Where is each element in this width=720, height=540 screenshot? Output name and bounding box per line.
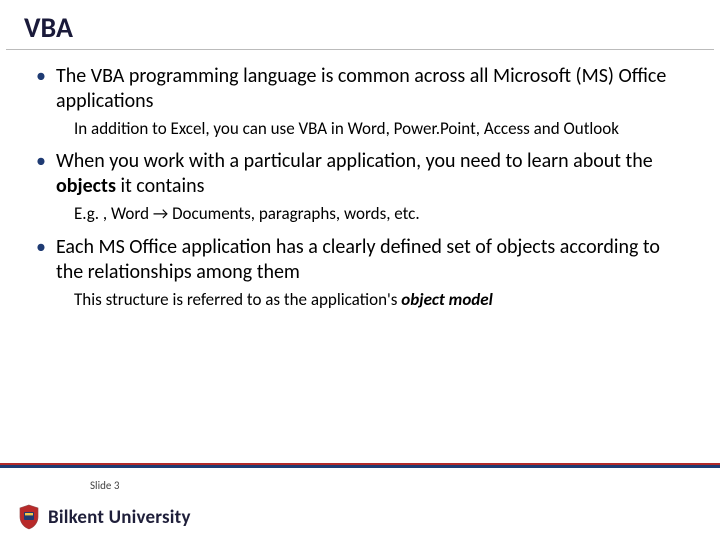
bullet-item: The VBA programming language is common a…: [34, 64, 686, 145]
arrow-icon: →: [153, 203, 168, 224]
footer-divider: [0, 463, 720, 468]
text-run: E.g. , Word: [74, 203, 153, 224]
bullet-text: When you work with a particular applicat…: [56, 149, 686, 199]
bold-italic-run: object model: [401, 289, 493, 310]
slide-number: Slide 3: [90, 479, 119, 492]
university-name: Bilkent University: [48, 506, 191, 529]
bullet-list: The VBA programming language is common a…: [34, 64, 686, 316]
bullet-text: Each MS Office application has a clearly…: [56, 235, 686, 285]
footer-logo: Bilkent University: [18, 504, 191, 530]
slide: VBA The VBA programming language is comm…: [0, 0, 720, 540]
text-run: Documents, paragraphs, words, etc.: [168, 203, 419, 224]
text-run: it contains: [116, 174, 204, 198]
bullet-text: The VBA programming language is common a…: [56, 64, 686, 114]
bold-run: objects: [56, 174, 116, 198]
bullet-item: Each MS Office application has a clearly…: [34, 235, 686, 316]
sub-bullet-text: In addition to Excel, you can use VBA in…: [56, 114, 686, 145]
slide-title: VBA: [6, 0, 714, 50]
slide-content: The VBA programming language is common a…: [0, 64, 720, 316]
text-run: When you work with a particular applicat…: [56, 149, 653, 173]
text-run: This structure is referred to as the app…: [74, 289, 401, 310]
crest-icon: [18, 504, 40, 530]
sub-bullet-text: This structure is referred to as the app…: [56, 285, 686, 316]
bullet-item: When you work with a particular applicat…: [34, 149, 686, 230]
sub-bullet-text: E.g. , Word → Documents, paragraphs, wor…: [56, 199, 686, 230]
